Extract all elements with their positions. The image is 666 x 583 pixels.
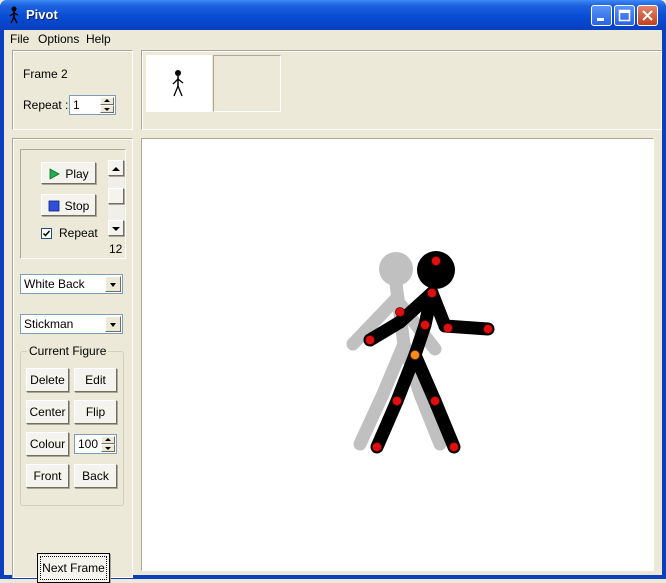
client-area: File Options Help Frame 2 Repeat : 1 Pla… xyxy=(4,30,662,583)
speed-slider[interactable] xyxy=(108,160,124,236)
maximize-icon xyxy=(618,9,631,22)
repeat-spinner[interactable]: 1 xyxy=(69,95,116,115)
spin-up-arrow-icon[interactable] xyxy=(100,97,114,105)
stickman-app-icon xyxy=(9,6,19,24)
joint-handle[interactable] xyxy=(449,442,459,452)
joint-handle[interactable] xyxy=(431,256,441,266)
repeat-checkbox[interactable] xyxy=(41,228,52,239)
window-title: Pivot xyxy=(26,7,58,22)
spin-up-arrow-icon[interactable] xyxy=(101,436,115,444)
speed-down-arrow[interactable] xyxy=(108,220,124,236)
timeline-panel xyxy=(141,50,662,130)
speed-slider-thumb[interactable] xyxy=(108,188,124,204)
colour-button-label: Colour xyxy=(29,437,66,451)
playback-group: Play Stop Repeat 12 xyxy=(20,149,126,259)
joint-handle[interactable] xyxy=(430,396,440,406)
minimize-icon xyxy=(597,18,604,21)
menu-help[interactable]: Help xyxy=(82,32,115,46)
canvas-stage[interactable] xyxy=(142,139,653,570)
chevron-down-icon[interactable] xyxy=(105,316,121,332)
checkmark-icon xyxy=(42,230,51,237)
back-button[interactable]: Back xyxy=(74,464,117,488)
menu-file[interactable]: File xyxy=(6,32,33,46)
stop-button[interactable]: Stop xyxy=(41,194,96,216)
joint-handle[interactable] xyxy=(395,307,405,317)
repeat-value: 1 xyxy=(73,98,80,112)
joint-handle[interactable] xyxy=(372,442,382,452)
flip-button[interactable]: Flip xyxy=(74,400,117,424)
edit-button[interactable]: Edit xyxy=(74,368,117,392)
current-figure-group: Current Figure Delete Edit Center Flip C… xyxy=(20,344,124,506)
center-button-label: Center xyxy=(29,405,66,419)
stickman-thumbnail-icon xyxy=(172,70,184,97)
background-select[interactable]: White Back xyxy=(20,274,123,294)
close-button[interactable] xyxy=(637,5,658,26)
back-button-label: Back xyxy=(82,469,109,483)
stop-button-label: Stop xyxy=(64,199,90,213)
edit-button-label: Edit xyxy=(85,373,106,387)
frame-thumbnail-2[interactable] xyxy=(213,55,281,112)
colour-spinner[interactable]: 100 xyxy=(74,434,117,454)
title-bar[interactable]: Pivot xyxy=(0,0,666,30)
center-joint-handle[interactable] xyxy=(410,350,420,360)
delete-button-label: Delete xyxy=(30,373,65,387)
figure-type-select[interactable]: Stickman xyxy=(20,314,123,334)
frame-number-label: Frame 2 xyxy=(23,67,68,81)
frame-thumbnail-1[interactable] xyxy=(146,55,212,112)
front-button-label: Front xyxy=(33,469,62,483)
background-select-value: White Back xyxy=(24,277,85,291)
frame-info-panel: Frame 2 Repeat : 1 xyxy=(12,50,133,130)
close-icon xyxy=(642,10,653,21)
left-control-panel: Play Stop Repeat 12 White Back Stickman … xyxy=(12,138,133,583)
joint-handle[interactable] xyxy=(365,335,375,345)
arrow-down-icon xyxy=(112,227,120,231)
joint-handle[interactable] xyxy=(483,324,493,334)
joint-handle[interactable] xyxy=(392,396,402,406)
joint-handle[interactable] xyxy=(443,323,453,333)
figure-type-select-value: Stickman xyxy=(24,317,74,331)
colour-value: 100 xyxy=(78,437,99,451)
menu-options[interactable]: Options xyxy=(34,32,83,46)
spin-down-arrow-icon[interactable] xyxy=(101,444,115,452)
current-figure-title: Current Figure xyxy=(27,344,109,358)
pivot-window: Pivot File Options Help Frame 2 Repeat :… xyxy=(0,0,666,583)
play-button[interactable]: Play xyxy=(41,162,96,184)
stop-icon xyxy=(48,200,60,212)
animation-canvas[interactable] xyxy=(141,138,654,571)
colour-button[interactable]: Colour xyxy=(26,432,69,456)
center-button[interactable]: Center xyxy=(26,400,69,424)
speed-up-arrow[interactable] xyxy=(108,160,124,176)
joint-handle[interactable] xyxy=(420,320,430,330)
repeat-checkbox-label: Repeat xyxy=(59,226,98,240)
play-button-label: Play xyxy=(65,167,89,181)
chevron-down-icon[interactable] xyxy=(105,276,121,292)
spin-down-arrow-icon[interactable] xyxy=(100,105,114,113)
maximize-button[interactable] xyxy=(614,5,635,26)
arrow-up-icon xyxy=(112,167,120,171)
play-icon xyxy=(49,168,61,180)
delete-button[interactable]: Delete xyxy=(26,368,69,392)
speed-value: 12 xyxy=(109,242,123,256)
flip-button-label: Flip xyxy=(85,405,106,419)
front-button[interactable]: Front xyxy=(26,464,69,488)
next-frame-button-label: Next Frame xyxy=(42,561,105,575)
repeat-label: Repeat : xyxy=(23,98,69,112)
joint-handle[interactable] xyxy=(427,288,437,298)
minimize-button[interactable] xyxy=(591,5,612,26)
menu-bar: File Options Help xyxy=(4,30,662,49)
